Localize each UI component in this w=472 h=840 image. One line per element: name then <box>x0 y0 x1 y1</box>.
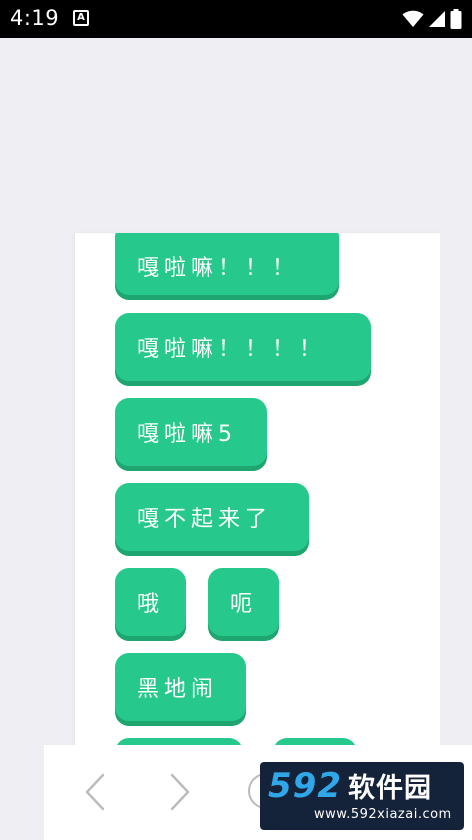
watermark-number: 592 <box>268 766 342 806</box>
cell-signal-icon <box>429 11 445 27</box>
battery-icon <box>450 9 462 29</box>
watermark-name: 软件园 <box>347 773 432 804</box>
phrase-bubble-7[interactable]: 黑地闹 <box>115 653 246 721</box>
chat-content-card[interactable]: 嘎啦嘛！！！ 嘎啦嘛！！！！ 嘎啦嘛5 嘎不起来了 哦 呃 黑地闹 <box>75 233 440 753</box>
phrase-bubble-2[interactable]: 嘎啦嘛！！！！ <box>115 313 371 381</box>
watermark-url: www.592xiazai.com <box>314 807 452 822</box>
phrase-bubble-5[interactable]: 哦 <box>115 568 186 636</box>
notification-icon: A <box>73 10 89 26</box>
phrase-bubble-3[interactable]: 嘎啦嘛5 <box>115 398 267 466</box>
chevron-right-icon <box>170 773 190 811</box>
chevron-left-icon <box>85 773 105 811</box>
status-time: 4:19 <box>10 6 60 30</box>
right-margin <box>440 233 472 753</box>
status-icons <box>402 6 462 32</box>
watermark-logo: 592 软件园 www.592xiazai.com <box>260 762 464 830</box>
status-bar: 4:19 A <box>0 0 472 38</box>
wifi-icon <box>402 10 424 27</box>
back-button[interactable] <box>75 770 115 814</box>
blank-area <box>0 38 472 233</box>
phrase-bubble-1[interactable]: 嘎啦嘛！！！ <box>115 233 339 295</box>
phrase-bubble-4[interactable]: 嘎不起来了 <box>115 483 309 551</box>
phrase-bubble-6[interactable]: 呃 <box>208 568 279 636</box>
forward-button[interactable] <box>160 770 200 814</box>
